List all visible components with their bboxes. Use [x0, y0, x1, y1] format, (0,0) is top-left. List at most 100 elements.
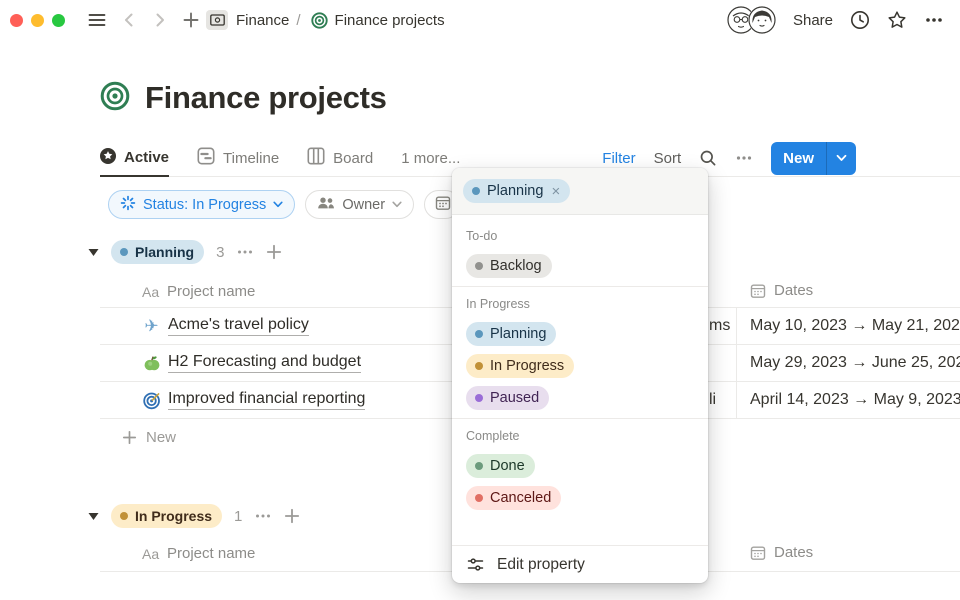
favorite-star-icon[interactable]	[887, 10, 907, 30]
edit-property-label: Edit property	[497, 556, 585, 574]
status-dot	[472, 187, 480, 195]
group-label: Planning	[135, 244, 194, 260]
view-options-icon[interactable]	[735, 149, 753, 167]
tab-active-view[interactable]: Active	[100, 140, 169, 177]
zoom-window-button[interactable]	[52, 14, 65, 27]
tab-board-view[interactable]: Board	[307, 140, 373, 176]
status-option-in-progress[interactable]: In Progress	[452, 354, 708, 378]
group-options-icon[interactable]	[236, 243, 254, 261]
forward-icon[interactable]	[151, 11, 169, 29]
remove-tag-icon[interactable]: ×	[551, 183, 560, 200]
owner-filter-label: Owner	[342, 197, 385, 213]
row-dates-cell[interactable]: May 10, 2023 → May 21, 2023	[750, 317, 960, 335]
status-option-canceled[interactable]: Canceled	[452, 486, 708, 510]
chevron-down-icon	[392, 201, 402, 208]
status-dot	[475, 394, 483, 402]
new-button-dropdown[interactable]	[826, 142, 856, 175]
group-add-icon[interactable]	[284, 508, 300, 524]
text-property-icon: Aa	[142, 284, 159, 300]
board-icon	[307, 147, 325, 169]
group-options-icon[interactable]	[254, 507, 272, 525]
status-filter-chip[interactable]: Status: In Progress	[108, 190, 295, 219]
page-icon-target[interactable]	[100, 81, 130, 116]
option-label: Paused	[490, 390, 539, 406]
dart-target-icon	[142, 391, 161, 410]
target-icon	[311, 12, 328, 29]
people-icon	[317, 196, 335, 214]
status-burst-icon	[120, 195, 136, 215]
clock-history-icon[interactable]	[850, 10, 870, 30]
finance-page-icon[interactable]	[206, 10, 228, 30]
column-divider	[736, 308, 737, 345]
tab-timeline-view[interactable]: Timeline	[197, 140, 279, 176]
new-button[interactable]: New	[771, 142, 856, 175]
filter-chip-bar: Status: In Progress Owner	[108, 190, 460, 219]
search-icon[interactable]	[699, 149, 717, 167]
selected-tag-label: Planning	[487, 183, 543, 199]
row-title-link[interactable]: Acme's travel policy	[168, 316, 309, 336]
breadcrumb-current[interactable]: Finance projects	[335, 12, 445, 29]
sort-button[interactable]: Sort	[654, 150, 682, 167]
new-page-icon[interactable]	[182, 11, 200, 29]
row-title-link[interactable]: H2 Forecasting and budget	[168, 353, 361, 373]
tab-label: Board	[333, 150, 373, 167]
calendar-icon	[435, 195, 451, 215]
group-tag-in-progress[interactable]: In Progress	[111, 504, 222, 528]
green-apple-icon	[142, 354, 161, 373]
owner-filter-chip[interactable]: Owner	[305, 190, 414, 219]
status-option-paused[interactable]: Paused	[452, 386, 708, 410]
popover-section-complete: Complete	[466, 429, 694, 443]
collapse-triangle-icon[interactable]	[88, 512, 99, 521]
column-header-project-name[interactable]: Project name	[167, 545, 255, 562]
status-dot	[475, 330, 483, 338]
collaborator-avatars[interactable]	[727, 6, 776, 34]
row-dates-cell[interactable]: May 29, 2023 → June 25, 2023	[750, 354, 960, 372]
row-dates-cell[interactable]: April 14, 2023 → May 9, 2023	[750, 391, 960, 409]
group-tag-planning[interactable]: Planning	[111, 240, 204, 264]
status-option-planning[interactable]: Planning	[452, 322, 708, 346]
group-add-icon[interactable]	[266, 244, 282, 260]
sidebar-menu-icon[interactable]	[87, 10, 107, 30]
new-button-label[interactable]: New	[771, 142, 826, 175]
dates-header-label: Dates	[774, 282, 813, 299]
option-label: In Progress	[490, 358, 564, 374]
option-label: Planning	[490, 326, 546, 342]
text-property-icon: Aa	[142, 546, 159, 562]
avatar-woman	[748, 6, 776, 34]
popover-section-in-progress: In Progress	[466, 297, 694, 311]
column-header-project-name[interactable]: Project name	[167, 283, 255, 300]
edit-property-button[interactable]: Edit property	[452, 545, 708, 583]
breadcrumb: Finance / Finance projects	[236, 12, 445, 29]
timeline-icon	[197, 147, 215, 169]
more-options-icon[interactable]	[924, 10, 944, 30]
back-icon[interactable]	[120, 11, 138, 29]
share-button[interactable]: Share	[793, 12, 833, 29]
divider	[452, 286, 708, 287]
breadcrumb-separator: /	[296, 12, 300, 29]
page-title: Finance projects	[145, 80, 387, 116]
clipped-cell-text: li	[709, 391, 716, 409]
selected-tag-planning[interactable]: Planning ×	[463, 179, 570, 203]
column-header-dates[interactable]: Dates	[750, 544, 813, 561]
divider	[452, 418, 708, 419]
tab-label: Active	[124, 149, 169, 166]
filter-button[interactable]: Filter	[602, 150, 635, 167]
group-header-planning: Planning 3	[88, 240, 282, 264]
group-label: In Progress	[135, 508, 212, 524]
status-option-done[interactable]: Done	[452, 454, 708, 478]
minimize-window-button[interactable]	[31, 14, 44, 27]
collapse-triangle-icon[interactable]	[88, 248, 99, 257]
breadcrumb-parent[interactable]: Finance	[236, 12, 289, 29]
status-option-backlog[interactable]: Backlog	[452, 254, 708, 278]
traffic-lights	[10, 14, 65, 27]
status-dot	[475, 462, 483, 470]
column-header-dates[interactable]: Dates	[750, 282, 813, 299]
notion-window: Finance / Finance projects Share	[0, 0, 960, 600]
row-title-link[interactable]: Improved financial reporting	[168, 390, 365, 410]
status-search-input[interactable]: Planning ×	[452, 168, 708, 215]
new-row-label: New	[146, 429, 176, 446]
close-window-button[interactable]	[10, 14, 23, 27]
status-dot	[475, 262, 483, 270]
tab-more-views[interactable]: 1 more...	[401, 140, 460, 176]
airplane-icon: ✈	[142, 317, 161, 336]
